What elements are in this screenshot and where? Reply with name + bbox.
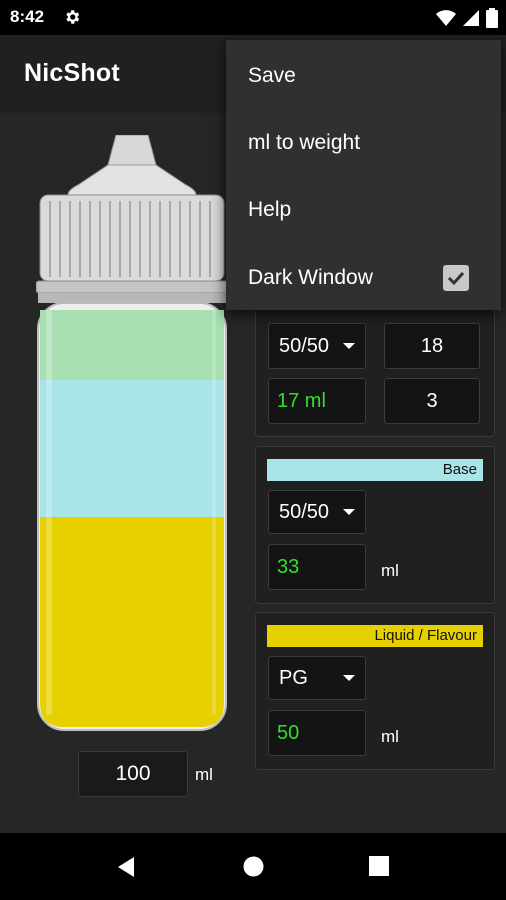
chevron-down-icon <box>343 343 355 349</box>
nicotine-ratio-dropdown[interactable]: 50/50 <box>268 323 366 369</box>
nicotine-volume-value: 17 ml <box>268 378 366 424</box>
navigation-bar <box>0 833 506 900</box>
liquid-type-value: PG <box>279 666 308 689</box>
base-label: Base <box>267 459 483 481</box>
liquid-volume-value: 50 <box>268 710 366 756</box>
home-icon[interactable] <box>243 856 264 882</box>
recents-icon[interactable] <box>369 856 389 881</box>
signal-icon <box>462 9 480 32</box>
bottle-size-unit: ml <box>195 765 213 784</box>
checkmark-icon <box>447 271 465 286</box>
bottle-illustration <box>36 135 228 731</box>
chevron-down-icon <box>343 509 355 515</box>
base-panel: Base 50/50 33 ml <box>255 446 495 604</box>
overflow-menu: Save ml to weight Help Dark Window <box>226 40 501 310</box>
menu-item-ml-to-weight[interactable]: ml to weight <box>248 131 360 155</box>
base-ratio-value: 50/50 <box>279 500 330 523</box>
status-bar: 8:42 <box>0 0 506 35</box>
liquid-panel: Liquid / Flavour PG 50 ml <box>255 612 495 770</box>
bottle-size-input[interactable]: 100 <box>78 751 188 797</box>
nicotine-strength-input[interactable]: 18 <box>384 323 480 369</box>
nicotine-target-input[interactable]: 3 <box>384 378 480 424</box>
base-volume-value: 33 <box>268 544 366 590</box>
nicotine-ratio-value: 50/50 <box>279 334 330 357</box>
base-volume-unit: ml <box>381 561 399 580</box>
menu-item-dark-window[interactable]: Dark Window <box>248 266 373 290</box>
dark-window-checkbox[interactable] <box>443 265 469 291</box>
menu-item-help[interactable]: Help <box>248 198 291 222</box>
nicotine-panel: 50/50 18 17 ml 3 <box>255 292 495 437</box>
base-ratio-dropdown[interactable]: 50/50 <box>268 490 366 534</box>
liquid-label: Liquid / Flavour <box>267 625 483 647</box>
back-icon[interactable] <box>116 856 136 883</box>
liquid-volume-unit: ml <box>381 727 399 746</box>
battery-icon <box>486 8 498 33</box>
status-time: 8:42 <box>10 7 45 26</box>
chevron-down-icon <box>343 675 355 681</box>
liquid-type-dropdown[interactable]: PG <box>268 656 366 700</box>
menu-item-save[interactable]: Save <box>248 64 296 88</box>
wifi-icon <box>436 9 456 32</box>
app-title: NicShot <box>24 59 120 87</box>
settings-gear-icon <box>63 8 81 31</box>
